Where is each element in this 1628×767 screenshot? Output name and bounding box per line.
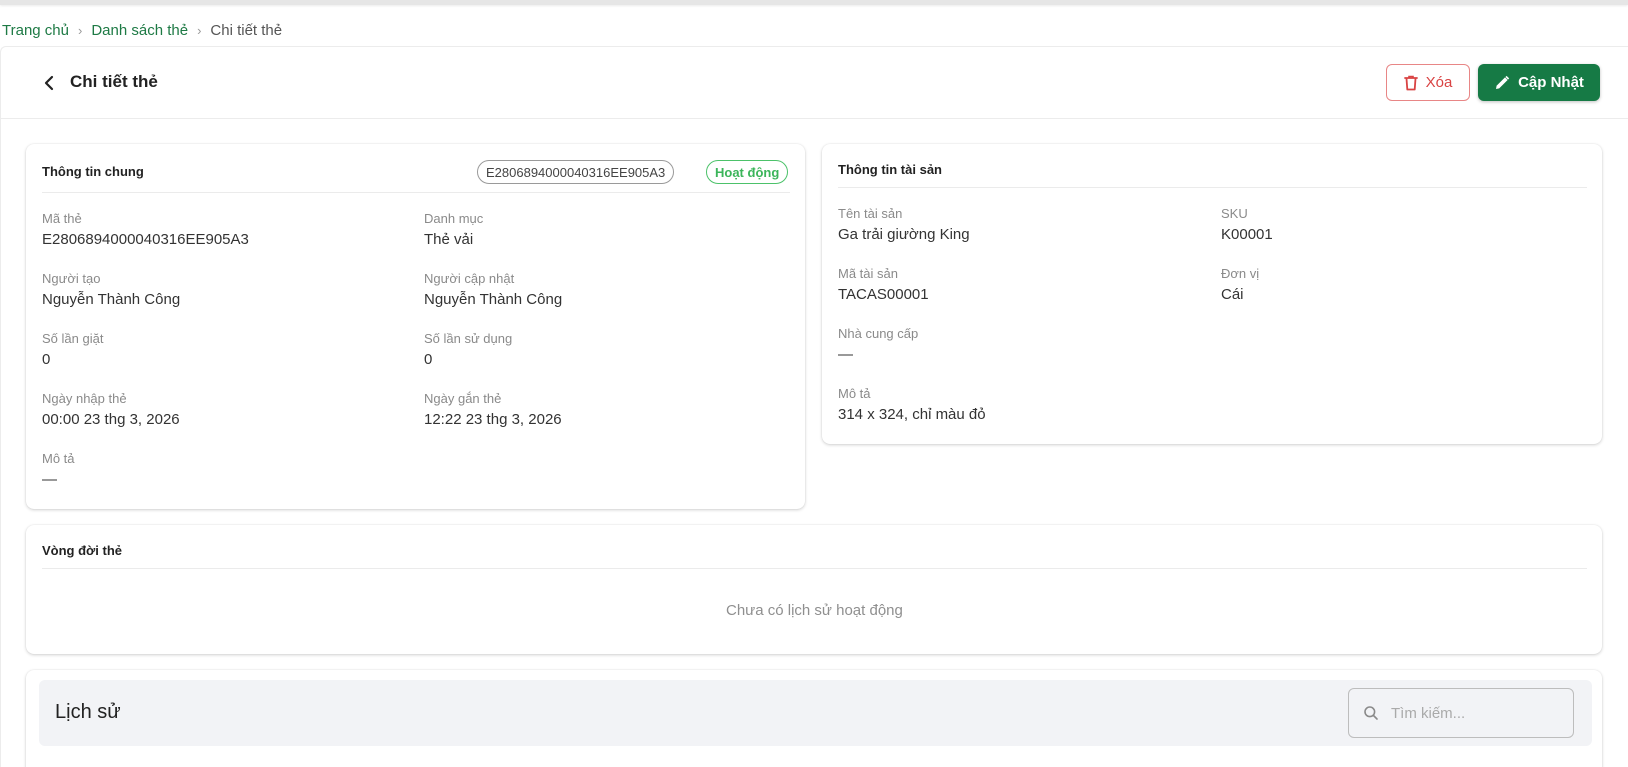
asset-info-title: Thông tin tài sản (838, 162, 942, 177)
asset-name-label: Tên tài sản (838, 206, 903, 221)
tag-code-value: E2806894000040316EE905A3 (42, 231, 249, 248)
attach-date-label: Ngày gắn thẻ (424, 391, 502, 406)
use-count-value: 0 (424, 351, 433, 368)
lifecycle-card (26, 525, 1602, 654)
description-value: — (42, 471, 57, 488)
breadcrumb-separator: › (197, 23, 202, 38)
page-header (0, 46, 1628, 119)
breadcrumb-home-link[interactable]: Trang chủ (2, 22, 69, 39)
update-button-label: Cập Nhật (1518, 74, 1584, 91)
attach-date-value: 12:22 23 thg 3, 2026 (424, 411, 562, 428)
creator-value: Nguyễn Thành Công (42, 291, 181, 308)
unit-value: Cái (1221, 286, 1244, 303)
updater-value: Nguyễn Thành Công (424, 291, 563, 308)
history-title: Lịch sử (55, 701, 121, 723)
pencil-icon (1496, 75, 1510, 89)
wash-count-label: Số lần giặt (42, 331, 104, 346)
general-info-card (26, 144, 805, 509)
tag-code-chip: E2806894000040316EE905A3 (477, 160, 675, 184)
creator-label: Người tạo (42, 271, 101, 286)
page-title: Chi tiết thẻ (70, 72, 158, 91)
asset-code-value: TACAS00001 (838, 286, 929, 303)
asset-description-value: 314 x 324, chỉ màu đỏ (838, 406, 986, 423)
asset-code-label: Mã tài sản (838, 266, 898, 281)
description-label: Mô tả (42, 451, 75, 466)
import-date-value: 00:00 23 thg 3, 2026 (42, 411, 180, 428)
search-input[interactable] (1391, 704, 1551, 722)
updater-label: Người cập nhật (424, 271, 515, 286)
lifecycle-divider (42, 568, 1587, 569)
back-button[interactable] (40, 73, 58, 93)
wash-count-value: 0 (42, 351, 51, 368)
top-shadow-line (0, 0, 1628, 5)
lifecycle-empty-text: Chưa có lịch sử hoạt động (726, 602, 903, 619)
sku-label: SKU (1221, 206, 1248, 221)
search-box[interactable] (1348, 688, 1574, 738)
delete-button[interactable]: Xóa (1386, 64, 1470, 101)
category-label: Danh mục (424, 211, 484, 226)
supplier-value: — (838, 346, 853, 363)
category-value: Thẻ vải (424, 231, 474, 248)
unit-label: Đơn vị (1221, 266, 1260, 281)
breadcrumb-separator: › (77, 23, 83, 38)
import-date-label: Ngày nhập thẻ (42, 391, 127, 406)
breadcrumb: Trang chủ › Danh sách thẻ › Chi tiết thẻ (2, 22, 282, 39)
use-count-label: Số lần sử dụng (424, 331, 513, 346)
status-badge: Hoạt động (706, 160, 789, 184)
supplier-label: Nhà cung cấp (838, 326, 919, 341)
breadcrumb-current: Chi tiết thẻ (210, 22, 283, 39)
asset-name-value: Ga trải giường King (838, 226, 970, 243)
breadcrumb-list-link[interactable]: Danh sách thẻ (91, 22, 188, 39)
trash-icon (1403, 75, 1418, 90)
general-info-divider (42, 192, 790, 193)
asset-description-label: Mô tả (838, 386, 871, 401)
delete-button-label: Xóa (1425, 74, 1453, 91)
update-button[interactable]: Cập Nhật (1478, 64, 1600, 101)
sku-value: K00001 (1221, 226, 1273, 243)
tag-code-label: Mã thẻ (42, 211, 82, 226)
lifecycle-title: Vòng đời thẻ (42, 543, 123, 558)
general-info-title: Thông tin chung (42, 164, 144, 179)
chevron-left-icon (44, 75, 54, 91)
asset-info-divider (838, 187, 1587, 188)
search-icon (1364, 706, 1378, 720)
asset-info-card (822, 144, 1602, 444)
